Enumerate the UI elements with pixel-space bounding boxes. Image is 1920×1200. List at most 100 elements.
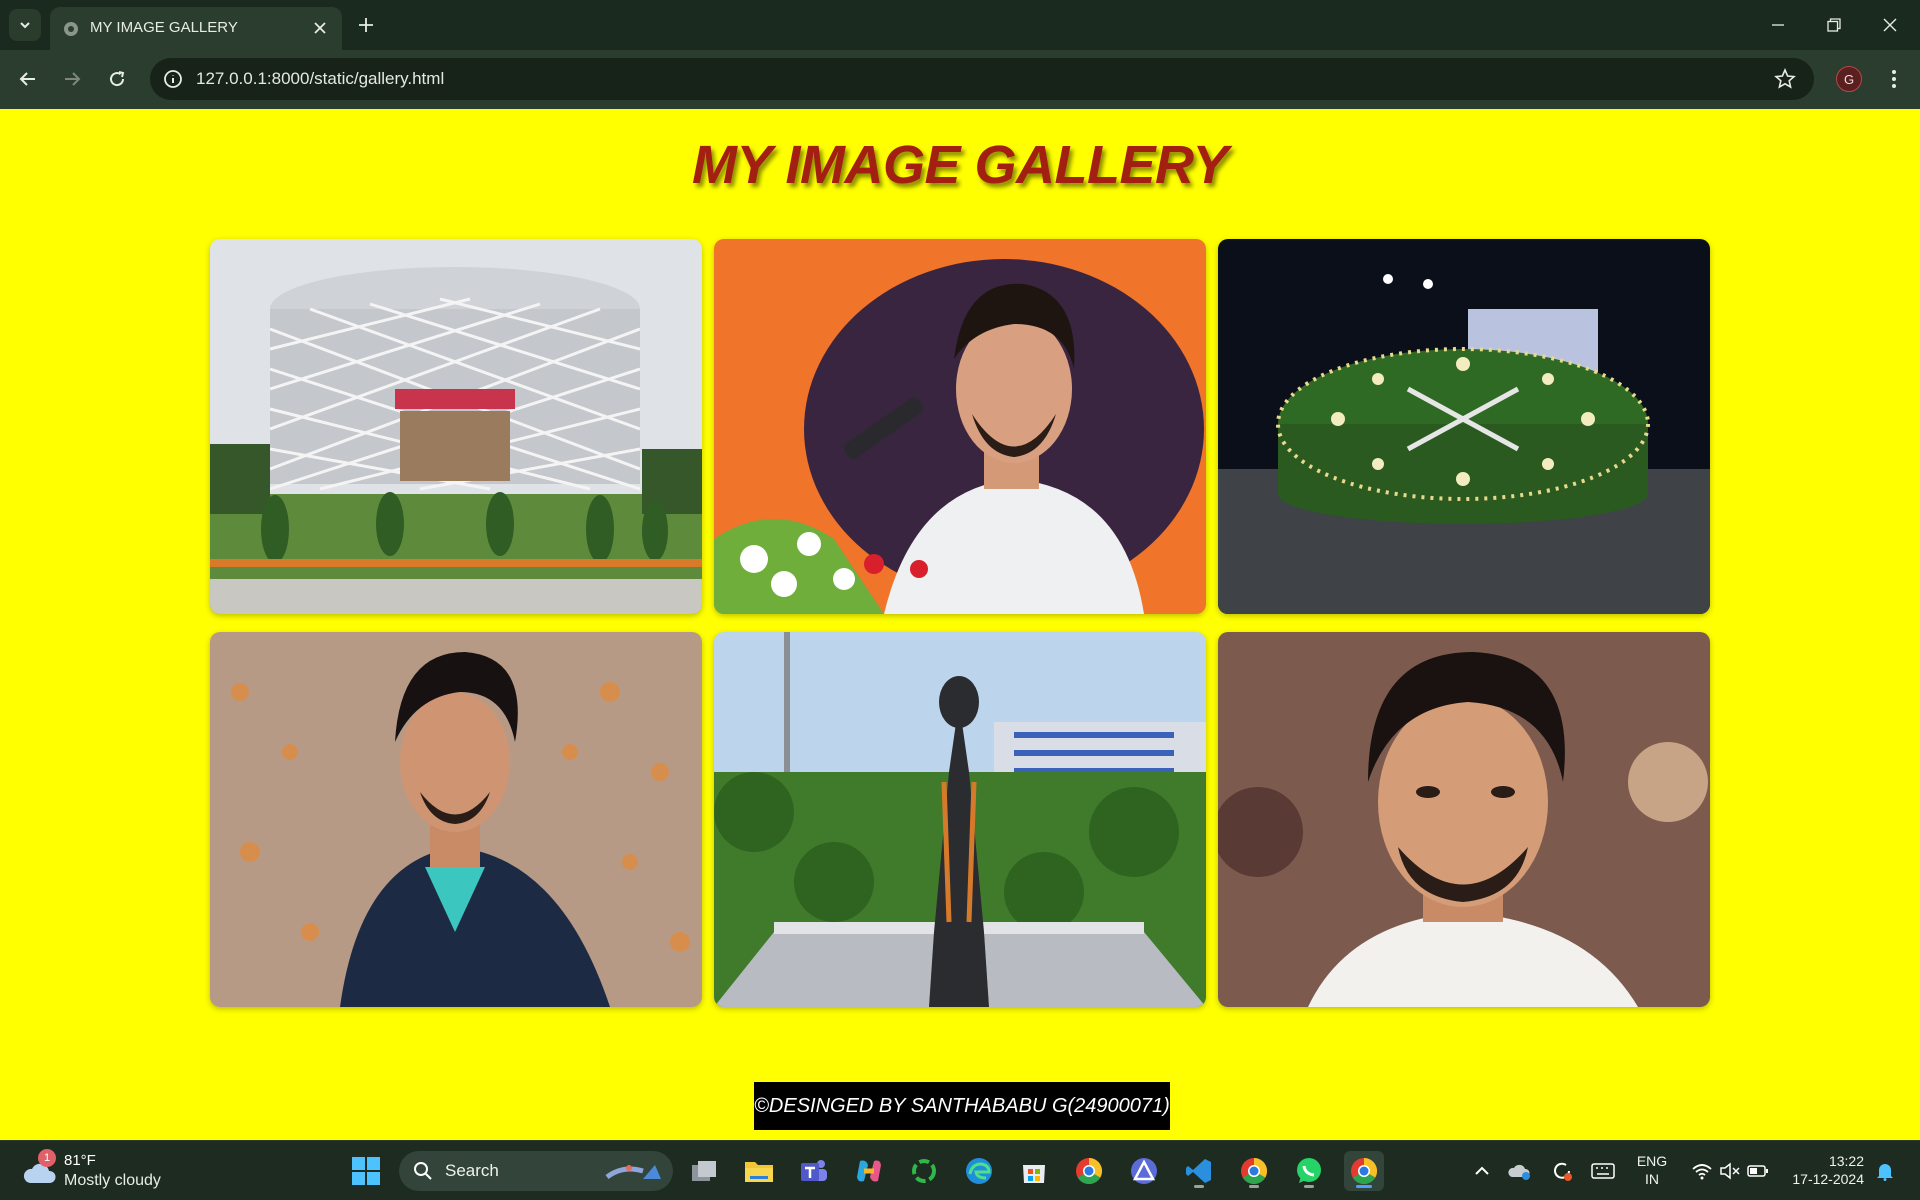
chrome-button-active[interactable] [1344,1151,1384,1191]
teams-icon [801,1160,827,1181]
copilot-button[interactable] [849,1151,889,1191]
taskbar: 1 81°F Mostly cloudy Search ENG IN 13:22… [0,1140,1920,1200]
url-text[interactable]: 127.0.0.1:8000/static/gallery.html [196,69,444,89]
page-title: MY IMAGE GALLERY [691,135,1229,195]
wifi-icon [1692,1164,1712,1180]
clock-time: 13:22 [1828,1153,1864,1169]
clock-date: 17-12-2024 [1792,1171,1864,1187]
keyboard-icon [1591,1163,1615,1179]
reload-icon [110,71,125,87]
sync-button[interactable] [1545,1151,1579,1191]
chevron-up-icon [1475,1166,1489,1175]
star-icon[interactable] [1774,68,1796,90]
info-icon[interactable] [162,68,184,90]
back-button[interactable] [12,63,44,95]
region-code: IN [1645,1171,1659,1187]
gallery-image-college-building[interactable] [210,239,702,614]
college-building-image [210,239,702,614]
gallery-image-speaker[interactable] [714,239,1206,614]
tab-title: MY IMAGE GALLERY [90,19,238,36]
restore-button[interactable] [1814,8,1854,42]
weather-widget[interactable]: 1 81°F Mostly cloudy [20,1149,180,1193]
running-indicator [1194,1185,1204,1188]
profile-avatar[interactable]: G [1836,66,1862,92]
browser-tab-bar: MY IMAGE GALLERY [0,0,1920,50]
minimize-icon [1772,24,1784,26]
tray-overflow-button[interactable] [1462,1151,1502,1191]
new-tab-button[interactable] [352,11,380,39]
copilot-icon [857,1160,881,1182]
tab-close-button[interactable] [310,18,330,38]
speaker-image [714,239,1206,614]
search-icon [414,1162,432,1180]
edge-button[interactable] [959,1151,999,1191]
restore-icon [1827,18,1841,32]
bell-icon [1877,1164,1893,1181]
whatsapp-button[interactable] [1289,1151,1329,1191]
gallery-image-portrait-outdoors[interactable] [210,632,702,1007]
browser-tab[interactable]: MY IMAGE GALLERY [50,7,342,50]
loading-ring-icon [912,1159,936,1183]
weather-condition: Mostly cloudy [64,1172,161,1189]
windows-logo-icon [352,1157,380,1185]
more-vertical-icon [1892,70,1896,88]
quick-settings-button[interactable] [1688,1151,1772,1191]
forward-button[interactable] [56,63,88,95]
running-indicator [1304,1185,1314,1188]
chrome-icon [1076,1157,1103,1185]
microsoft-store-button[interactable] [1014,1151,1054,1191]
task-view-button[interactable] [684,1151,724,1191]
browser-toolbar: 127.0.0.1:8000/static/gallery.html G [0,50,1920,109]
edge-icon [966,1158,992,1184]
close-icon [1883,18,1897,32]
folder-icon [745,1162,773,1182]
minimize-button[interactable] [1758,8,1798,42]
arrow-left-icon [19,72,35,86]
triangle-app-icon [1131,1158,1157,1184]
gallery-image-floral-clock[interactable] [1218,239,1710,614]
close-window-button[interactable] [1870,8,1910,42]
chrome-button-1[interactable] [1069,1151,1109,1191]
onedrive-button[interactable] [1503,1151,1537,1191]
close-icon [314,22,326,34]
address-bar[interactable]: 127.0.0.1:8000/static/gallery.html [150,58,1814,100]
refresh-icon [1554,1162,1572,1181]
gallery-image-statue[interactable] [714,632,1206,1007]
plus-icon [359,18,373,32]
chrome-icon [1351,1157,1378,1185]
notifications-button[interactable] [1868,1151,1902,1191]
tab-search-button[interactable] [9,9,41,41]
language-code: ENG [1636,1153,1668,1169]
chrome-icon [1241,1157,1268,1185]
browser-menu-button[interactable] [1880,63,1908,95]
clock[interactable]: 13:22 17-12-2024 [1784,1152,1864,1188]
file-explorer-button[interactable] [739,1151,779,1191]
app-button-purple[interactable] [1124,1151,1164,1191]
search-highlight-icon [605,1165,661,1180]
vscode-button[interactable] [1179,1151,1219,1191]
store-icon [1023,1165,1045,1183]
chrome-button-2[interactable] [1234,1151,1274,1191]
keyboard-button[interactable] [1586,1151,1620,1191]
gallery-image-close-up[interactable] [1218,632,1710,1007]
app-button-green-ring[interactable] [904,1151,944,1191]
reload-button[interactable] [101,63,133,95]
floral-clock-image [1218,239,1710,614]
volume-muted-icon [1720,1162,1740,1180]
task-view-icon [692,1161,716,1181]
language-indicator[interactable]: ENG IN [1627,1152,1677,1188]
globe-icon [64,22,78,36]
taskbar-search[interactable]: Search [399,1151,673,1191]
portrait-outdoors-image [210,632,702,1007]
start-button[interactable] [346,1151,386,1191]
search-label: Search [445,1161,499,1180]
teams-button[interactable] [794,1151,834,1191]
chevron-down-icon [20,22,30,29]
whatsapp-icon [1297,1158,1321,1183]
active-indicator [1356,1185,1372,1188]
statue-image [714,632,1206,1007]
notification-badge: 1 [38,1149,56,1167]
vscode-icon [1186,1159,1211,1183]
cloud-sync-icon [1508,1164,1530,1180]
weather-temperature: 81°F [64,1152,96,1169]
